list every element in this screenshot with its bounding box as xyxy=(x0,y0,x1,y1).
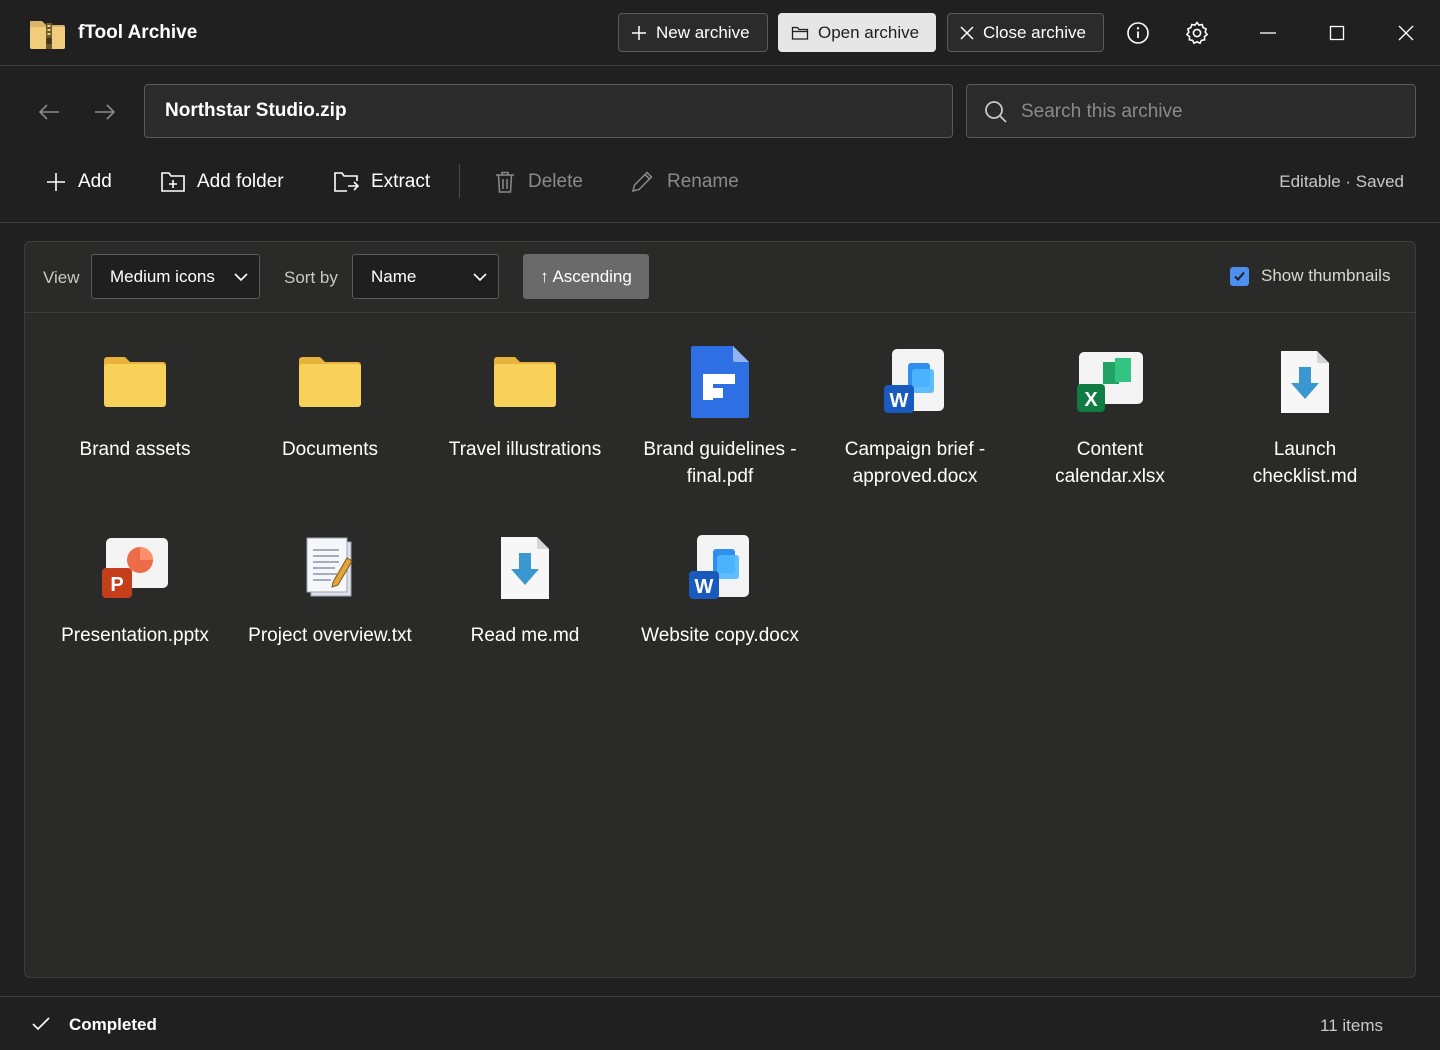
list-item[interactable]: W Campaign brief - approved.docx xyxy=(825,342,1005,490)
item-name: Travel illustrations xyxy=(448,439,602,460)
plus-icon xyxy=(632,25,646,40)
open-folder-icon xyxy=(791,26,809,40)
word-file-icon: W xyxy=(630,528,810,608)
markdown-file-icon xyxy=(435,528,615,608)
view-select-value: Medium icons xyxy=(110,266,215,286)
list-item[interactable]: X Content calendar.xlsx xyxy=(1020,342,1200,490)
open-archive-button[interactable]: Open archive xyxy=(778,13,936,52)
show-thumbnails-toggle[interactable]: Show thumbnails xyxy=(1230,266,1390,286)
word-file-icon: W xyxy=(825,342,1005,422)
new-archive-label: New archive xyxy=(656,22,750,42)
show-thumbnails-label: Show thumbnails xyxy=(1261,266,1391,285)
add-folder-button[interactable]: Add folder xyxy=(160,165,284,199)
command-separator xyxy=(459,164,460,198)
item-name: Documents xyxy=(281,439,379,460)
rename-button[interactable]: Rename xyxy=(630,165,739,199)
folder-icon xyxy=(435,342,615,422)
view-select[interactable]: Medium icons xyxy=(91,254,260,299)
list-item[interactable]: Brand guidelines - final.pdf xyxy=(630,342,810,490)
extract-icon xyxy=(334,172,360,192)
pencil-icon xyxy=(631,171,653,193)
add-button[interactable]: Add xyxy=(45,165,112,199)
item-name: Website copy.docx xyxy=(641,625,799,646)
svg-text:W: W xyxy=(695,576,714,598)
item-count: 11 items xyxy=(1320,1016,1383,1035)
list-item[interactable]: Travel illustrations xyxy=(435,342,615,463)
checkmark-icon xyxy=(32,1017,50,1031)
sort-select[interactable]: Name xyxy=(352,254,499,299)
delete-label: Delete xyxy=(528,171,583,192)
item-name: Presentation.pptx xyxy=(61,625,209,646)
status-bar: Completed 11 items xyxy=(0,996,1440,1050)
add-folder-icon xyxy=(161,172,185,192)
close-archive-label: Close archive xyxy=(983,22,1086,42)
open-archive-label: Open archive xyxy=(818,22,920,42)
list-item[interactable]: W Website copy.docx xyxy=(630,528,810,649)
close-icon xyxy=(960,25,974,40)
delete-button[interactable]: Delete xyxy=(493,165,583,199)
item-name: Content calendar.xlsx xyxy=(1055,439,1165,487)
maximize-icon[interactable] xyxy=(1324,20,1350,46)
back-arrow-icon[interactable] xyxy=(35,98,63,126)
list-item[interactable]: Launch checklist.md xyxy=(1215,342,1395,490)
checkmark-icon xyxy=(1234,271,1245,281)
info-icon[interactable] xyxy=(1125,20,1151,46)
view-toolbar: View Medium icons Sort by Name ↑ Ascendi… xyxy=(25,242,1415,313)
item-name: Project overview.txt xyxy=(248,625,412,646)
archive-app-icon xyxy=(28,15,66,51)
search-icon xyxy=(985,101,1007,123)
folder-icon xyxy=(240,342,420,422)
trash-icon xyxy=(496,171,514,193)
status-text: Completed xyxy=(69,1015,157,1034)
sort-direction-label: ↑ Ascending xyxy=(540,266,632,286)
gear-icon[interactable] xyxy=(1184,20,1210,46)
edit-status: Editable · Saved xyxy=(1279,172,1404,191)
svg-text:W: W xyxy=(890,390,909,412)
list-item[interactable]: Brand assets xyxy=(45,342,225,463)
search-box[interactable] xyxy=(966,84,1416,138)
close-archive-button[interactable]: Close archive xyxy=(947,13,1104,52)
app-title: fTool Archive xyxy=(78,22,198,43)
forward-arrow-icon[interactable] xyxy=(91,98,119,126)
plus-icon xyxy=(47,173,65,191)
sort-direction-button[interactable]: ↑ Ascending xyxy=(523,254,649,299)
add-folder-label: Add folder xyxy=(197,171,284,192)
minimize-icon[interactable] xyxy=(1255,20,1281,46)
window-close-icon[interactable] xyxy=(1393,20,1419,46)
svg-text:P: P xyxy=(110,574,123,596)
pdf-file-icon xyxy=(630,342,810,422)
content-panel: View Medium icons Sort by Name ↑ Ascendi… xyxy=(24,241,1416,978)
extract-button[interactable]: Extract xyxy=(333,165,430,199)
list-item[interactable]: Project overview.txt xyxy=(240,528,420,649)
view-label: View xyxy=(43,268,80,287)
chevron-down-icon xyxy=(234,273,248,282)
item-name: Brand assets xyxy=(79,439,191,460)
excel-file-icon: X xyxy=(1020,342,1200,422)
extract-label: Extract xyxy=(371,171,431,192)
list-item[interactable]: Read me.md xyxy=(435,528,615,649)
rename-label: Rename xyxy=(667,171,739,192)
show-thumbnails-checkbox[interactable] xyxy=(1230,266,1249,286)
folder-icon xyxy=(45,342,225,422)
list-item[interactable]: Documents xyxy=(240,342,420,463)
sort-select-value: Name xyxy=(371,266,417,286)
archive-path-text: Northstar Studio.zip xyxy=(165,100,347,121)
search-input[interactable] xyxy=(1021,97,1401,127)
header-divider xyxy=(0,222,1440,223)
sort-by-label: Sort by xyxy=(284,268,338,287)
chevron-down-icon xyxy=(473,273,487,282)
archive-path-field[interactable]: Northstar Studio.zip xyxy=(144,84,953,138)
powerpoint-file-icon: P xyxy=(45,528,225,608)
list-item[interactable]: P Presentation.pptx xyxy=(45,528,225,649)
add-label: Add xyxy=(78,171,112,192)
item-name: Campaign brief - approved.docx xyxy=(844,439,986,487)
svg-text:X: X xyxy=(1084,389,1098,411)
item-name: Brand guidelines - final.pdf xyxy=(643,439,797,487)
text-file-icon xyxy=(240,528,420,608)
item-name: Read me.md xyxy=(470,625,580,646)
title-bar: fTool Archive New archive Open archive C… xyxy=(0,0,1440,66)
markdown-file-icon xyxy=(1215,342,1395,422)
new-archive-button[interactable]: New archive xyxy=(618,13,768,52)
item-name: Launch checklist.md xyxy=(1252,439,1358,487)
